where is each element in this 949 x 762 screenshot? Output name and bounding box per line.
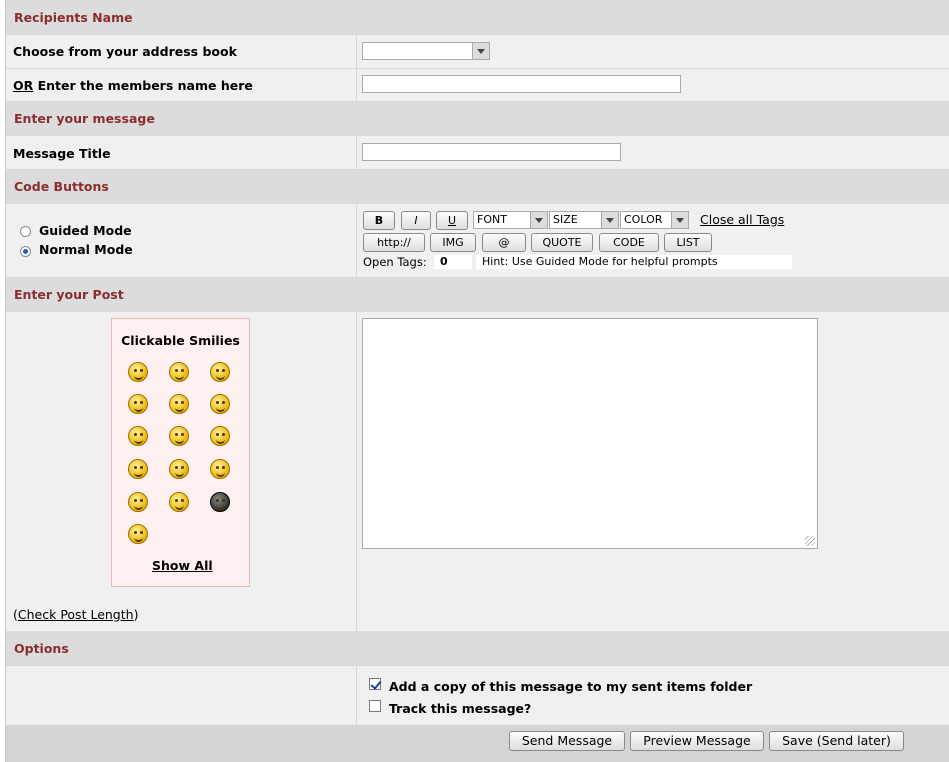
or-text: OR bbox=[13, 78, 34, 93]
row-options: Add a copy of this message to my sent it… bbox=[6, 665, 949, 726]
underline-button[interactable]: U bbox=[436, 211, 468, 230]
check-post-length-link[interactable]: Check Post Length bbox=[18, 607, 134, 622]
copy-sent-checkbox[interactable] bbox=[369, 678, 381, 690]
column-divider bbox=[356, 312, 357, 632]
huh-smiley-icon[interactable] bbox=[128, 492, 148, 512]
list-button[interactable]: LIST bbox=[664, 233, 712, 252]
actions-bar: Send Message Preview Message Save (Send … bbox=[6, 725, 949, 762]
normal-mode-radio[interactable] bbox=[20, 246, 31, 257]
close-all-tags-link[interactable]: Close all Tags bbox=[700, 212, 784, 227]
email-at-button[interactable]: @ bbox=[482, 233, 526, 252]
section-header-code-buttons: Code Buttons bbox=[6, 169, 949, 203]
members-name-label: OR Enter the members name here bbox=[13, 78, 253, 93]
column-divider bbox=[356, 35, 357, 69]
track-message-label: Track this message? bbox=[389, 701, 532, 716]
italic-button[interactable]: I bbox=[401, 211, 431, 230]
rolleyes-smiley-icon[interactable] bbox=[169, 426, 189, 446]
chevron-down-icon bbox=[671, 212, 688, 228]
section-header-message: Enter your message bbox=[6, 101, 949, 135]
font-select[interactable]: FONT bbox=[473, 211, 548, 229]
column-divider bbox=[356, 69, 357, 102]
send-message-button[interactable]: Send Message bbox=[509, 731, 625, 751]
members-label-text: Enter the members name here bbox=[33, 78, 253, 93]
track-message-checkbox[interactable] bbox=[369, 700, 381, 712]
open-tags-label: Open Tags: bbox=[363, 255, 427, 269]
normal-mode-label: Normal Mode bbox=[39, 242, 133, 257]
size-select[interactable]: SIZE bbox=[549, 211, 619, 229]
row-members-name: OR Enter the members name here bbox=[6, 68, 949, 102]
tongue-smiley-icon[interactable] bbox=[128, 394, 148, 414]
preview-message-button[interactable]: Preview Message bbox=[630, 731, 764, 751]
chevron-down-icon bbox=[601, 212, 618, 228]
row-code-buttons: Guided Mode Normal Mode B I U FONT SIZE … bbox=[6, 203, 949, 278]
row-address-book: Choose from your address book bbox=[6, 34, 949, 69]
chevron-down-icon bbox=[530, 212, 547, 228]
guided-mode-label: Guided Mode bbox=[39, 223, 132, 238]
dry-smiley-icon[interactable] bbox=[210, 426, 230, 446]
code-button[interactable]: CODE bbox=[599, 233, 659, 252]
quote-button[interactable]: QUOTE bbox=[531, 233, 593, 252]
row-message-title: Message Title bbox=[6, 135, 949, 170]
members-name-input[interactable] bbox=[362, 75, 681, 93]
cool-smiley-icon[interactable] bbox=[128, 426, 148, 446]
grin-smiley-icon[interactable] bbox=[169, 394, 189, 414]
hint-text: Hint: Use Guided Mode for helpful prompt… bbox=[476, 255, 792, 269]
address-book-label: Choose from your address book bbox=[13, 44, 237, 59]
smilies-title: Clickable Smilies bbox=[121, 333, 240, 348]
section-header-options: Options bbox=[6, 631, 949, 665]
laugh-closed-smiley-icon[interactable] bbox=[128, 524, 148, 544]
color-select[interactable]: COLOR bbox=[620, 211, 689, 229]
happy-smiley-icon[interactable] bbox=[128, 459, 148, 479]
smilies-panel: Clickable Smilies Show All bbox=[111, 318, 250, 587]
sad-smiley-icon[interactable] bbox=[210, 459, 230, 479]
size-select-value: SIZE bbox=[553, 213, 578, 226]
http-button[interactable]: http:// bbox=[363, 233, 425, 252]
copy-sent-label: Add a copy of this message to my sent it… bbox=[389, 679, 753, 694]
message-title-input[interactable] bbox=[362, 143, 621, 161]
surprised-smiley-icon[interactable] bbox=[169, 362, 189, 382]
font-select-value: FONT bbox=[477, 213, 507, 226]
ninja-smiley-icon[interactable] bbox=[210, 492, 230, 512]
angry-smiley-icon[interactable] bbox=[169, 459, 189, 479]
show-all-link[interactable]: Show All bbox=[152, 558, 213, 573]
section-header-recipients: Recipients Name bbox=[6, 0, 949, 34]
bold-button[interactable]: B bbox=[363, 211, 395, 230]
compose-form: Recipients Name Choose from your address… bbox=[5, 0, 949, 762]
color-select-value: COLOR bbox=[624, 213, 663, 226]
column-divider bbox=[356, 204, 357, 278]
wink-smiley-icon[interactable] bbox=[210, 362, 230, 382]
section-header-post: Enter your Post bbox=[6, 277, 949, 311]
guided-mode-radio[interactable] bbox=[20, 226, 31, 237]
chevron-down-icon bbox=[472, 43, 489, 59]
laugh-smiley-icon[interactable] bbox=[210, 394, 230, 414]
check-length-suffix: ) bbox=[133, 607, 139, 622]
smile-smiley-icon[interactable] bbox=[128, 362, 148, 382]
column-divider bbox=[356, 136, 357, 170]
save-send-later-button[interactable]: Save (Send later) bbox=[769, 731, 904, 751]
column-divider bbox=[356, 666, 357, 726]
check-post-length: (Check Post Length) bbox=[13, 607, 138, 622]
open-tags-value: 0 bbox=[434, 255, 472, 269]
img-button[interactable]: IMG bbox=[430, 233, 476, 252]
post-body-textarea[interactable] bbox=[362, 318, 818, 549]
address-book-select[interactable] bbox=[362, 42, 490, 60]
blink-smiley-icon[interactable] bbox=[169, 492, 189, 512]
resize-grip-icon[interactable] bbox=[805, 536, 815, 546]
message-title-label: Message Title bbox=[13, 146, 111, 161]
